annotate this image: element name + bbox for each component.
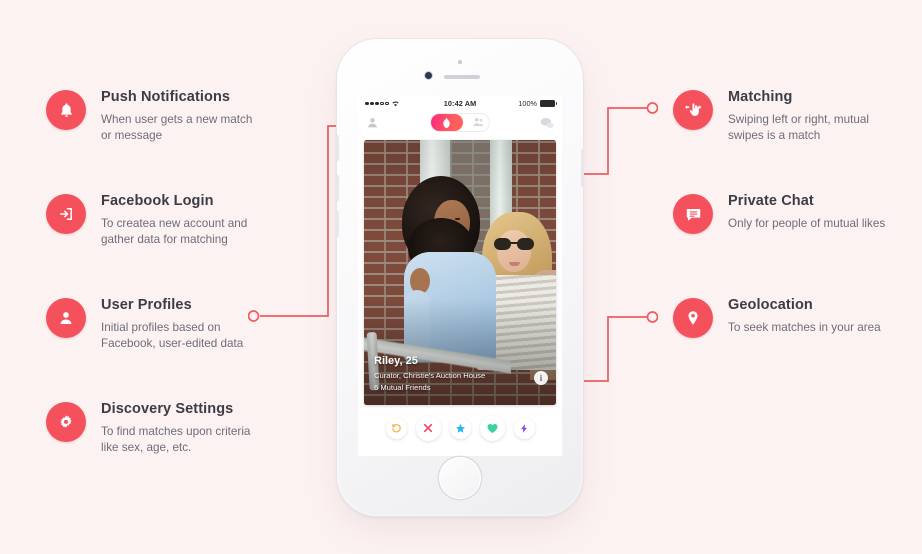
phone-screen: 10:42 AM 100% Riley, 25 Curator, Christi… <box>358 96 562 456</box>
chat-bubbles-icon[interactable] <box>540 117 554 129</box>
earpiece-speaker <box>444 75 480 79</box>
nope-button[interactable] <box>415 415 441 441</box>
rewind-icon <box>391 423 401 432</box>
wifi-icon <box>392 101 399 107</box>
feature-title: Discovery Settings <box>101 401 234 417</box>
action-bar <box>358 408 562 448</box>
profile-silhouette-icon[interactable] <box>366 116 379 129</box>
feature-facebook-login: Facebook Login To createa new account an… <box>46 194 271 249</box>
volume-down-button[interactable] <box>336 175 339 201</box>
feature-desc: Initial profiles based on Facebook, user… <box>101 320 244 351</box>
boost-button[interactable] <box>513 417 535 439</box>
flame-icon <box>443 117 450 128</box>
feature-title: Matching <box>728 89 793 105</box>
feature-title: User Profiles <box>101 297 192 313</box>
feature-title: Private Chat <box>728 193 814 209</box>
feature-discovery-settings: Discovery Settings To find matches upon … <box>46 402 271 457</box>
card-occupation: Curator, Christie's Auction House <box>374 371 486 381</box>
feature-desc: To find matches upon criteria like sex, … <box>101 424 251 455</box>
feature-title: Geolocation <box>728 297 813 313</box>
signal-dots-icon <box>365 101 389 106</box>
mode-toggle[interactable] <box>429 113 490 132</box>
like-button[interactable] <box>479 415 505 441</box>
power-button[interactable] <box>581 149 584 187</box>
home-button[interactable] <box>439 457 481 499</box>
battery-percent: 100% <box>518 99 538 108</box>
people-icon[interactable] <box>473 117 484 127</box>
card-mutual-friends: 6 Mutual Friends <box>374 382 431 392</box>
info-button[interactable]: i <box>534 371 548 385</box>
toggle-active-flame[interactable] <box>430 114 463 131</box>
card-name: Riley, 25 <box>374 355 418 368</box>
status-time: 10:42 AM <box>443 99 477 108</box>
feature-push-notifications: Push Notifications When user gets a new … <box>46 90 261 145</box>
x-icon <box>423 423 433 433</box>
infographic-stage: Push Notifications When user gets a new … <box>0 0 922 554</box>
star-icon <box>455 423 465 433</box>
feature-desc: To createa new account and gather data f… <box>101 216 248 247</box>
silence-switch[interactable] <box>336 211 339 237</box>
bell-icon <box>46 90 86 130</box>
feature-desc: To seek matches in your area <box>728 320 881 334</box>
feature-title: Facebook Login <box>101 193 214 209</box>
feature-desc: When user gets a new match or message <box>101 112 253 143</box>
feature-desc: Only for people of mutual likes <box>728 216 886 230</box>
phone-mockup: 10:42 AM 100% Riley, 25 Curator, Christi… <box>336 39 584 516</box>
user-icon <box>46 298 86 338</box>
rewind-button[interactable] <box>385 417 407 439</box>
status-bar-right: 100% <box>476 99 558 108</box>
status-bar: 10:42 AM 100% <box>358 96 562 111</box>
proximity-sensor-icon <box>458 60 462 64</box>
login-arrow-icon <box>46 194 86 234</box>
chat-bubble-icon <box>673 194 713 234</box>
heart-icon <box>487 423 497 433</box>
swipe-hand-icon <box>673 90 713 130</box>
feature-private-chat: Private Chat Only for people of mutual l… <box>673 194 885 234</box>
feature-matching: Matching Swiping left or right, mutual s… <box>673 90 898 145</box>
gear-icon <box>46 402 86 442</box>
front-camera-icon <box>425 72 432 79</box>
profile-card[interactable]: Riley, 25 Curator, Christie's Auction Ho… <box>364 140 556 405</box>
volume-up-button[interactable] <box>336 135 339 161</box>
superlike-button[interactable] <box>449 417 471 439</box>
feature-user-profiles: User Profiles Initial profiles based on … <box>46 298 271 353</box>
feature-title: Push Notifications <box>101 89 231 105</box>
battery-icon <box>540 100 558 107</box>
feature-desc: Swiping left or right, mutual swipes is … <box>728 112 869 143</box>
card-info: Riley, 25 Curator, Christie's Auction Ho… <box>374 355 546 393</box>
lightning-icon <box>521 423 527 433</box>
app-nav-bar <box>358 111 562 134</box>
feature-geolocation: Geolocation To seek matches in your area <box>673 298 881 338</box>
map-pin-icon <box>673 298 713 338</box>
status-bar-left <box>365 100 444 107</box>
